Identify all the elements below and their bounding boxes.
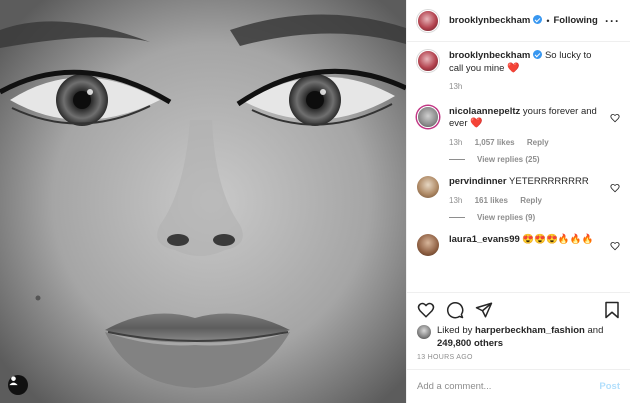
caption-time: 13h (449, 82, 463, 91)
comment-heart-emoji: ❤️ (470, 118, 483, 129)
likes-summary: Liked by harperbeckham_fashion and 249,8… (417, 325, 620, 350)
comment-input[interactable]: Add a comment... (417, 381, 491, 392)
post-actions: Liked by harperbeckham_fashion and 249,8… (407, 292, 630, 369)
header-separator: • (546, 15, 550, 26)
liker-username[interactable]: harperbeckham_fashion (475, 325, 585, 336)
heart-icon[interactable] (610, 241, 620, 251)
verified-badge-icon (533, 50, 543, 59)
comment-likes[interactable]: 1,057 likes (475, 138, 515, 147)
list-item: laura1_evans99 😍😍😍🔥🔥🔥 (417, 234, 620, 256)
view-replies-label: View replies (25) (477, 155, 540, 164)
user-tag-button[interactable] (8, 375, 28, 395)
bookmark-icon[interactable] (604, 301, 620, 319)
heart-icon[interactable] (417, 301, 435, 319)
comment-text: YETERRRRRRRR (509, 176, 589, 187)
post-header: brooklynbeckham • Following ··· (407, 0, 630, 42)
post-timestamp[interactable]: 13 HOURS AGO (417, 354, 620, 369)
comment-avatar[interactable] (417, 234, 439, 256)
post-button[interactable]: Post (599, 381, 620, 392)
caption-meta: 13h (449, 81, 606, 94)
instagram-post: brooklynbeckham • Following ··· brooklyn… (0, 0, 630, 403)
following-button[interactable]: Following (553, 15, 597, 26)
view-replies-button[interactable]: View replies (25) (449, 155, 620, 164)
replies-divider (449, 217, 465, 218)
comment-meta: 13h 161 likes Reply (449, 195, 606, 208)
likes-text: Liked by harperbeckham_fashion and 249,8… (437, 325, 603, 350)
face-photo-illustration (0, 0, 406, 403)
heart-icon[interactable] (610, 113, 620, 123)
comment-avatar[interactable] (417, 105, 439, 128)
verified-badge-icon (533, 15, 543, 24)
comment-username[interactable]: pervindinner (449, 176, 507, 187)
comment-username[interactable]: nicolaannepeltz (449, 106, 520, 117)
avatar[interactable] (417, 9, 439, 32)
caption-avatar[interactable] (417, 50, 439, 72)
likes-and: and (587, 325, 604, 336)
comment-body: pervindinner YETERRRRRRRR 13h 161 likes … (449, 176, 620, 207)
replies-divider (449, 159, 465, 160)
view-replies-label: View replies (9) (477, 213, 536, 222)
heart-icon[interactable] (610, 183, 620, 193)
post-sidebar: brooklynbeckham • Following ··· brooklyn… (406, 0, 630, 403)
likes-others[interactable]: 249,800 others (437, 338, 503, 349)
caption-body: brooklynbeckham So lucky to call you min… (449, 50, 620, 94)
caption: brooklynbeckham So lucky to call you min… (417, 50, 620, 94)
comment-body: laura1_evans99 😍😍😍🔥🔥🔥 (449, 234, 620, 247)
list-item: pervindinner YETERRRRRRRR 13h 161 likes … (417, 176, 620, 207)
more-icon[interactable]: ··· (605, 14, 620, 28)
caption-heart-emoji: ❤️ (507, 62, 520, 74)
comment-username[interactable]: laura1_evans99 (449, 234, 520, 245)
post-photo[interactable] (0, 0, 406, 403)
reply-button[interactable]: Reply (520, 196, 542, 205)
comment-avatar[interactable] (417, 176, 439, 198)
user-tag-icon (9, 376, 18, 386)
comments-list[interactable]: brooklynbeckham So lucky to call you min… (407, 42, 630, 292)
list-item: nicolaannepeltz yours forever and ever ❤… (417, 105, 620, 150)
reply-button[interactable]: Reply (527, 138, 549, 147)
liker-avatar[interactable] (417, 325, 431, 339)
comment-time: 13h (449, 195, 463, 205)
header-username-group: brooklynbeckham (449, 15, 543, 26)
comment-meta: 13h 1,057 likes Reply (449, 137, 606, 150)
comment-body: nicolaannepeltz yours forever and ever ❤… (449, 106, 620, 150)
comment-time: 13h (449, 137, 463, 147)
add-comment-bar: Add a comment... Post (407, 369, 630, 403)
header-username[interactable]: brooklynbeckham (449, 15, 530, 26)
comment-icon[interactable] (446, 301, 464, 319)
view-replies-button[interactable]: View replies (9) (449, 213, 620, 222)
caption-username[interactable]: brooklynbeckham (449, 50, 530, 61)
share-icon[interactable] (475, 301, 493, 319)
comment-likes[interactable]: 161 likes (475, 196, 508, 205)
action-icons (417, 299, 620, 321)
likes-prefix: Liked by (437, 325, 473, 336)
comment-text: 😍😍😍🔥🔥🔥 (522, 234, 594, 245)
